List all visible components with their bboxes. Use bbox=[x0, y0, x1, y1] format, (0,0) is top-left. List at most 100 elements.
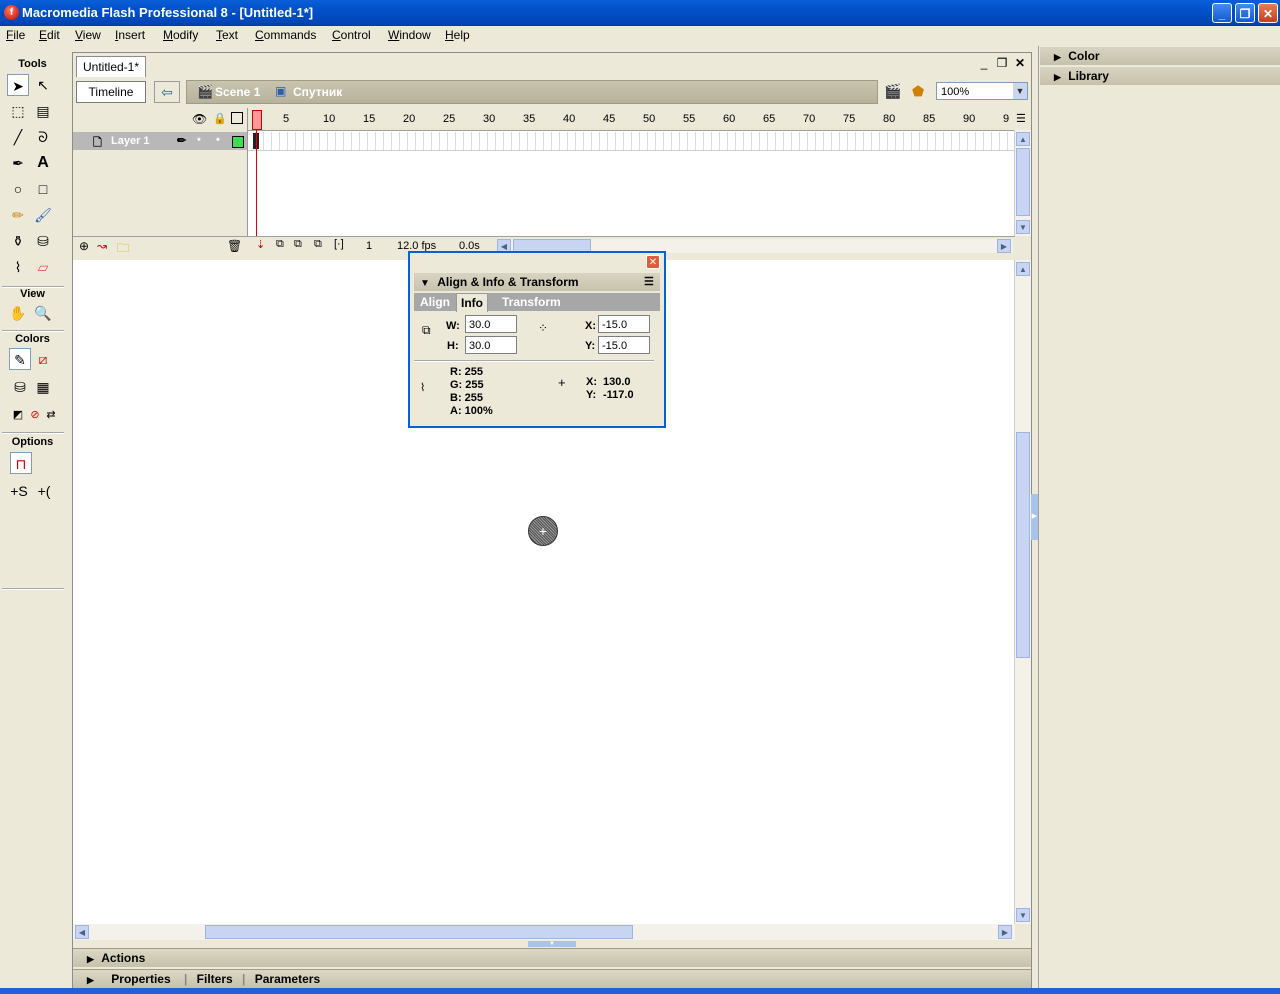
frames-row[interactable] bbox=[248, 132, 1014, 151]
eraser-tool-icon[interactable]: ▱ bbox=[32, 256, 54, 278]
timeline-ruler[interactable]: 1 5 10 15 20 25 30 35 40 45 50 55 60 65 … bbox=[248, 108, 1014, 131]
edit-scene-icon[interactable]: 🎬 bbox=[884, 83, 901, 100]
tab-properties[interactable]: Properties bbox=[111, 972, 170, 986]
timeline-vscroll[interactable]: ▲ ▼ bbox=[1014, 130, 1031, 236]
y-field[interactable]: -15.0 bbox=[598, 336, 650, 354]
center-frame-icon[interactable]: ⇣ bbox=[256, 238, 265, 251]
doc-minimize-icon[interactable]: _ bbox=[977, 56, 991, 70]
document-tab[interactable]: Untitled-1* bbox=[76, 56, 147, 77]
onion-outline-icon[interactable]: ⧉ bbox=[294, 238, 302, 251]
scroll-right-icon[interactable]: ▶ bbox=[997, 239, 1011, 253]
scroll-down-icon[interactable]: ▼ bbox=[1016, 220, 1030, 234]
restore-button[interactable]: ❐ bbox=[1235, 3, 1255, 23]
oval-tool-icon[interactable]: ○ bbox=[7, 178, 29, 200]
eye-icon[interactable]: 👁 bbox=[192, 112, 207, 126]
visibility-dot-icon[interactable]: • bbox=[197, 134, 201, 146]
scroll-right-icon[interactable]: ▶ bbox=[998, 925, 1012, 939]
timeline-toggle-button[interactable]: Timeline bbox=[76, 81, 146, 103]
lock-icon[interactable]: 🔒 bbox=[213, 112, 227, 125]
tab-align[interactable]: Align bbox=[416, 293, 454, 311]
color-panel-header[interactable]: ▶ Color bbox=[1040, 47, 1280, 65]
menu-insert[interactable]: Insert bbox=[115, 28, 145, 42]
timeline-menu-icon[interactable]: ☰ bbox=[1016, 112, 1026, 125]
playhead[interactable] bbox=[252, 110, 262, 130]
brush-tool-icon[interactable]: 🖌 bbox=[32, 204, 54, 226]
swap-colors-icon[interactable]: ⇄ bbox=[40, 404, 62, 426]
add-motion-guide-icon[interactable]: ↝ bbox=[97, 239, 107, 253]
tab-filters[interactable]: Filters bbox=[197, 972, 233, 986]
stroke-swatch-icon[interactable]: ⧄ bbox=[32, 348, 54, 370]
library-panel-header[interactable]: ▶ Library bbox=[1040, 67, 1280, 85]
tab-parameters[interactable]: Parameters bbox=[255, 972, 320, 986]
menu-view[interactable]: View bbox=[75, 28, 101, 42]
expand-triangle-icon[interactable]: ▶ bbox=[87, 975, 94, 985]
minimize-button[interactable]: _ bbox=[1212, 3, 1232, 23]
insert-folder-icon[interactable]: 🗀 bbox=[117, 239, 129, 260]
dock-collapse-arrow-icon[interactable]: ▶ bbox=[1031, 494, 1038, 540]
bottom-collapse-arrow-icon[interactable]: ▼ bbox=[528, 941, 576, 947]
layer-name[interactable]: Layer 1 bbox=[111, 135, 150, 147]
edit-symbol-icon[interactable]: ⬟ bbox=[912, 83, 924, 100]
stroke-color-icon[interactable]: ✎ bbox=[9, 348, 31, 370]
menu-help[interactable]: Help bbox=[445, 28, 470, 42]
properties-panel-header[interactable]: ▶ Properties | Filters | Parameters bbox=[73, 969, 1031, 988]
scroll-up-icon[interactable]: ▲ bbox=[1016, 262, 1030, 276]
tab-info[interactable]: Info bbox=[456, 293, 488, 312]
edit-multiple-icon[interactable]: ⧉ bbox=[314, 238, 322, 251]
doc-close-icon[interactable]: ✕ bbox=[1013, 56, 1027, 70]
free-transform-tool-icon[interactable]: ⬚ bbox=[7, 100, 29, 122]
breadcrumb-symbol[interactable]: Спутник bbox=[293, 85, 342, 99]
scroll-left-icon[interactable]: ◀ bbox=[75, 925, 89, 939]
modify-markers-icon[interactable]: [·] bbox=[334, 238, 344, 250]
doc-restore-icon[interactable]: ❐ bbox=[995, 56, 1009, 70]
trash-icon[interactable]: 🗑 bbox=[227, 239, 242, 253]
tab-transform[interactable]: Transform bbox=[498, 293, 565, 311]
expand-triangle-icon[interactable]: ▶ bbox=[1054, 72, 1061, 82]
layer-row[interactable]: 🗋 Layer 1 ✏ • • bbox=[73, 132, 247, 150]
collapse-triangle-icon[interactable]: ▼ bbox=[420, 278, 430, 289]
layer-outline-color[interactable] bbox=[232, 136, 244, 148]
expand-triangle-icon[interactable]: ▶ bbox=[1054, 52, 1061, 62]
chevron-down-icon[interactable]: ▼ bbox=[1013, 83, 1027, 99]
fill-color-icon[interactable]: ⛁ bbox=[9, 376, 31, 398]
breadcrumb-scene[interactable]: Scene 1 bbox=[215, 85, 260, 99]
pencil-tool-icon[interactable]: ✏ bbox=[7, 204, 29, 226]
stage-vscroll[interactable]: ▲ ▼ bbox=[1014, 260, 1031, 924]
fill-swatch-icon[interactable]: ▦ bbox=[32, 376, 54, 398]
arrow-tool-icon[interactable]: ➤ bbox=[7, 74, 29, 96]
subselect-tool-icon[interactable]: ↖ bbox=[32, 74, 54, 96]
hand-tool-icon[interactable]: ✋ bbox=[7, 302, 29, 324]
insert-layer-icon[interactable]: ⊕ bbox=[79, 239, 89, 253]
paint-bucket-tool-icon[interactable]: ⛁ bbox=[32, 230, 54, 252]
back-arrow-icon[interactable]: ⇦ bbox=[154, 81, 180, 103]
smooth-icon[interactable]: +S bbox=[8, 480, 30, 502]
rectangle-tool-icon[interactable]: □ bbox=[32, 178, 54, 200]
height-field[interactable]: 30.0 bbox=[465, 336, 517, 354]
menu-control[interactable]: Control bbox=[332, 28, 371, 42]
menu-commands[interactable]: Commands bbox=[255, 28, 316, 42]
scroll-thumb[interactable] bbox=[1016, 432, 1030, 658]
expand-triangle-icon[interactable]: ▶ bbox=[87, 954, 94, 964]
outline-icon[interactable] bbox=[231, 112, 243, 124]
menu-window[interactable]: Window bbox=[388, 28, 431, 42]
scroll-thumb[interactable] bbox=[1016, 148, 1030, 216]
lock-dot-icon[interactable]: • bbox=[216, 134, 220, 146]
menu-text[interactable]: Text bbox=[216, 28, 238, 42]
menu-file[interactable]: File bbox=[6, 28, 25, 42]
panel-drag-bar[interactable] bbox=[410, 253, 664, 271]
panel-header[interactable]: ▼ Align & Info & Transform ☰ bbox=[414, 273, 660, 291]
stage-hscroll[interactable]: ◀ ▶ bbox=[73, 924, 1015, 940]
snap-magnet-icon[interactable]: ⊓ bbox=[10, 452, 32, 474]
lasso-tool-icon[interactable]: ᘐ bbox=[32, 126, 54, 148]
x-field[interactable]: -15.0 bbox=[598, 315, 650, 333]
ink-bottle-tool-icon[interactable]: ⚱ bbox=[7, 230, 29, 252]
panel-options-icon[interactable]: ☰ bbox=[644, 273, 654, 291]
straighten-icon[interactable]: +( bbox=[33, 480, 55, 502]
pen-tool-icon[interactable]: ✒ bbox=[7, 152, 29, 174]
scroll-thumb[interactable] bbox=[205, 925, 633, 939]
scroll-up-icon[interactable]: ▲ bbox=[1016, 132, 1030, 146]
menu-edit[interactable]: Edit bbox=[39, 28, 60, 42]
onion-skin-icon[interactable]: ⧉ bbox=[276, 238, 284, 251]
text-tool-icon[interactable]: A bbox=[32, 152, 54, 174]
registration-grid-icon[interactable]: ⁘ bbox=[538, 321, 548, 335]
